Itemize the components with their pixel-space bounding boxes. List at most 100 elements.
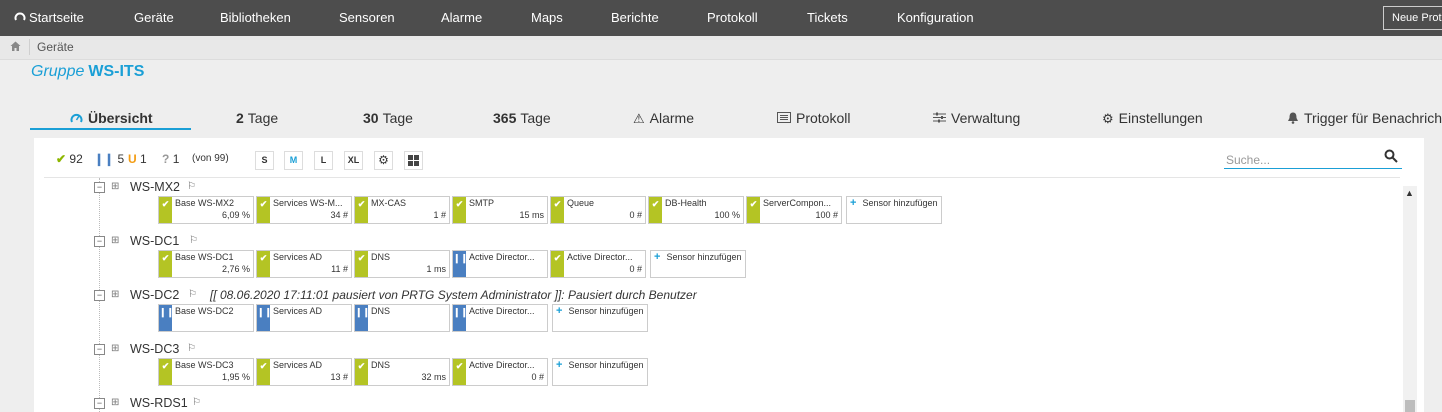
device-name[interactable]: WS-DC3 — [130, 342, 179, 356]
tab-trigger[interactable]: Trigger für Benachrich — [1287, 110, 1442, 126]
plus-icon: + — [556, 305, 563, 317]
sensor-tile[interactable]: ❙❙ Active Director... — [452, 250, 548, 278]
flag-icon[interactable]: ⚐ — [187, 343, 196, 354]
sensor-tile[interactable]: ✔ Services AD 11 # — [256, 250, 352, 278]
nav-item-tickets[interactable]: Tickets — [807, 0, 848, 36]
sensor-tile[interactable]: ✔ DB-Health 100 % — [648, 196, 744, 224]
check-icon: ✔ — [357, 199, 366, 209]
collapse-toggle[interactable]: − — [94, 398, 105, 409]
size-s-button[interactable]: S — [255, 151, 274, 170]
settings-gear-button[interactable]: ⚙ — [374, 151, 393, 170]
add-sensor-button[interactable]: + Sensor hinzufügen — [552, 304, 648, 332]
add-sensor-button[interactable]: + Sensor hinzufügen — [846, 196, 942, 224]
sensor-tile[interactable]: ✔ Active Director... 0 # — [452, 358, 548, 386]
device-name[interactable]: WS-MX2 — [130, 180, 180, 194]
check-icon: ✔ — [357, 253, 366, 263]
status-count-paused[interactable]: ❙❙ 5 — [94, 152, 124, 166]
sensor-tile[interactable]: ✔ Queue 0 # — [550, 196, 646, 224]
search-input[interactable] — [1224, 152, 1402, 169]
sensor-tile[interactable]: ❙❙ Base WS-DC2 — [158, 304, 254, 332]
sensor-tile[interactable]: ❙❙ Active Director... — [452, 304, 548, 332]
count-value: 1 — [172, 152, 180, 166]
check-icon: ✔ — [455, 361, 464, 371]
tab-protokoll[interactable]: Protokoll — [777, 110, 850, 126]
home-icon[interactable] — [10, 41, 21, 52]
sensor-tile[interactable]: ❙❙ Services AD — [256, 304, 352, 332]
search-icon[interactable] — [1384, 149, 1398, 163]
flag-icon[interactable]: ⚐ — [189, 235, 198, 246]
flag-icon[interactable]: ⚐ — [187, 181, 196, 192]
tab-label: Protokoll — [796, 110, 851, 126]
flag-icon[interactable]: ⚐ — [192, 397, 201, 408]
windows-device-icon: ⊞ — [111, 397, 120, 408]
scroll-up-icon[interactable]: ▲ — [1405, 188, 1414, 198]
collapse-toggle[interactable]: − — [94, 344, 105, 355]
nav-item-startseite[interactable]: Startseite — [14, 0, 84, 36]
collapse-toggle[interactable]: − — [94, 290, 105, 301]
sensor-value: 15 ms — [519, 210, 544, 220]
count-value: 1 — [140, 152, 147, 166]
nav-item-alarme[interactable]: Alarme — [441, 0, 482, 36]
size-l-button[interactable]: L — [314, 151, 333, 170]
vertical-scrollbar[interactable]: ▲ — [1403, 186, 1417, 412]
sensor-tile[interactable]: ✔ Base WS-DC3 1,95 % — [158, 358, 254, 386]
sensor-name: SMTP — [469, 198, 495, 208]
add-sensor-button[interactable]: + Sensor hinzufügen — [552, 358, 648, 386]
status-count-unusual[interactable]: U 1 — [128, 152, 147, 166]
nav-item-maps[interactable]: Maps — [531, 0, 563, 36]
sensor-value: 100 # — [815, 210, 838, 220]
status-count-unknown[interactable]: ? 1 — [162, 152, 179, 166]
check-icon: ✔ — [455, 199, 464, 209]
sensor-tile[interactable]: ✔ Services WS-M... 34 # — [256, 196, 352, 224]
new-protocol-button[interactable]: Neue Proto — [1383, 6, 1442, 30]
sensor-name: Active Director... — [469, 360, 535, 370]
tab-30-tage[interactable]: 30 Tage — [363, 110, 413, 126]
nav-item-protokoll[interactable]: Protokoll — [707, 0, 758, 36]
flag-icon[interactable]: ⚐ — [188, 289, 197, 300]
sensor-tile[interactable]: ✔ SMTP 15 ms — [452, 196, 548, 224]
size-xl-button[interactable]: XL — [344, 151, 363, 170]
tab-2-tage[interactable]: 2 Tage — [236, 110, 278, 126]
collapse-toggle[interactable]: − — [94, 182, 105, 193]
sensor-tile[interactable]: ❙❙ DNS — [354, 304, 450, 332]
sensor-name: Services AD — [273, 252, 323, 262]
device-name[interactable]: WS-DC2 — [130, 288, 179, 302]
sensor-tile[interactable]: ✔ Services AD 13 # — [256, 358, 352, 386]
status-count-up[interactable]: ✔ 92 — [56, 152, 83, 166]
tab-number: 30 — [363, 110, 379, 126]
windows-device-icon: ⊞ — [111, 235, 120, 246]
sensor-tile[interactable]: ✔ DNS 32 ms — [354, 358, 450, 386]
breadcrumb-item-geraete[interactable]: Geräte — [37, 40, 74, 54]
sensor-tile[interactable]: ✔ DNS 1 ms — [354, 250, 450, 278]
check-icon: ✔ — [259, 253, 268, 263]
tab-alarme[interactable]: ⚠ Alarme — [633, 110, 694, 127]
tab-number: 365 — [493, 110, 517, 126]
nav-item-konfiguration[interactable]: Konfiguration — [897, 0, 974, 36]
device-name[interactable]: WS-RDS1 — [130, 396, 188, 410]
sensor-tile[interactable]: ✔ ServerCompon... 100 # — [746, 196, 842, 224]
sensor-value: 2,76 % — [221, 264, 250, 274]
size-m-button[interactable]: M — [284, 151, 303, 170]
nav-item-bibliotheken[interactable]: Bibliotheken — [220, 0, 291, 36]
sensor-tile[interactable]: ✔ Base WS-MX2 6,09 % — [158, 196, 254, 224]
tab-label: Einstellungen — [1118, 110, 1203, 126]
scrollbar-thumb[interactable] — [1405, 400, 1415, 412]
plus-icon: + — [654, 251, 661, 263]
sensor-name: Services WS-M... — [273, 198, 343, 208]
tab-365-tage[interactable]: 365 Tage — [493, 110, 551, 126]
tab-einstellungen[interactable]: ⚙ Einstellungen — [1102, 110, 1203, 127]
add-sensor-button[interactable]: + Sensor hinzufügen — [650, 250, 746, 278]
sensor-tile[interactable]: ✔ Active Director... 0 # — [550, 250, 646, 278]
nav-item-geraete[interactable]: Geräte — [134, 0, 174, 36]
sensor-tile[interactable]: ✔ Base WS-DC1 2,76 % — [158, 250, 254, 278]
sensor-tile[interactable]: ✔ MX-CAS 1 # — [354, 196, 450, 224]
nav-item-sensoren[interactable]: Sensoren — [339, 0, 395, 36]
device-name[interactable]: WS-DC1 — [130, 234, 179, 248]
check-icon: ✔ — [553, 199, 562, 209]
check-icon: ✔ — [749, 199, 758, 209]
tab-uebersicht[interactable]: Übersicht — [70, 110, 153, 126]
tile-view-button[interactable] — [404, 151, 423, 170]
collapse-toggle[interactable]: − — [94, 236, 105, 247]
nav-item-berichte[interactable]: Berichte — [611, 0, 659, 36]
tab-verwaltung[interactable]: Verwaltung — [933, 110, 1020, 126]
